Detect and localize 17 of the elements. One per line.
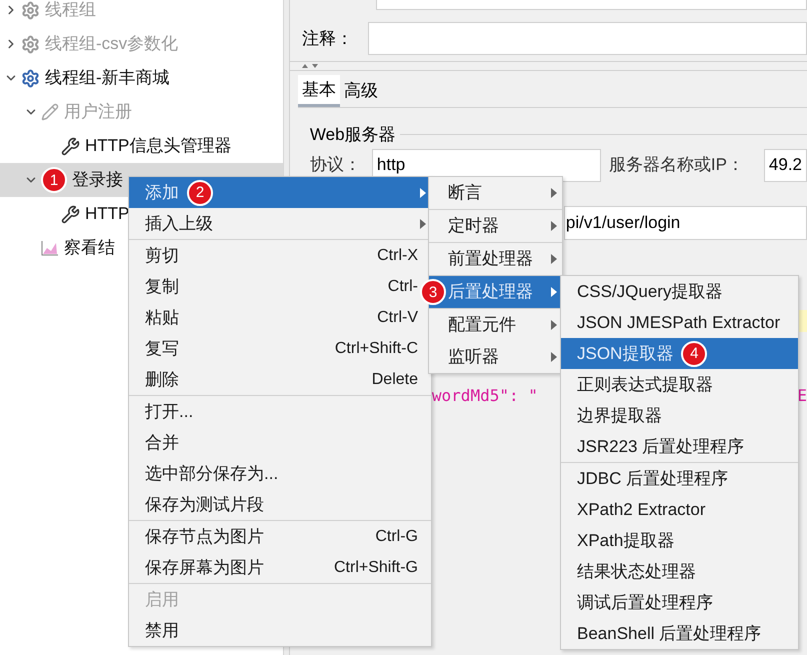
tree-label: 线程组-csv参数化 bbox=[45, 33, 178, 56]
tree-label: HTTP bbox=[85, 203, 130, 226]
server-label: 服务器名称或IP： bbox=[608, 154, 745, 176]
tree-label: 线程组 bbox=[45, 0, 96, 22]
step-badge: 1 bbox=[41, 167, 67, 193]
tree-label: 线程组-新丰商城 bbox=[45, 67, 170, 90]
protocol-label: 协议： bbox=[310, 154, 362, 176]
group-title: Web服务器 bbox=[310, 124, 397, 146]
step-badge: 2 bbox=[187, 180, 213, 206]
step-badge: 4 bbox=[681, 340, 708, 367]
tree-label: HTTP信息头管理器 bbox=[85, 135, 232, 158]
comment-label: 注释： bbox=[302, 28, 354, 50]
tree-label: 登录接 bbox=[72, 169, 123, 192]
tree-label: 用户注册 bbox=[64, 101, 132, 124]
tree-label: 察看结 bbox=[64, 237, 115, 260]
code-text: wordMd5": " bbox=[432, 384, 538, 406]
code-text: E bbox=[797, 384, 807, 406]
